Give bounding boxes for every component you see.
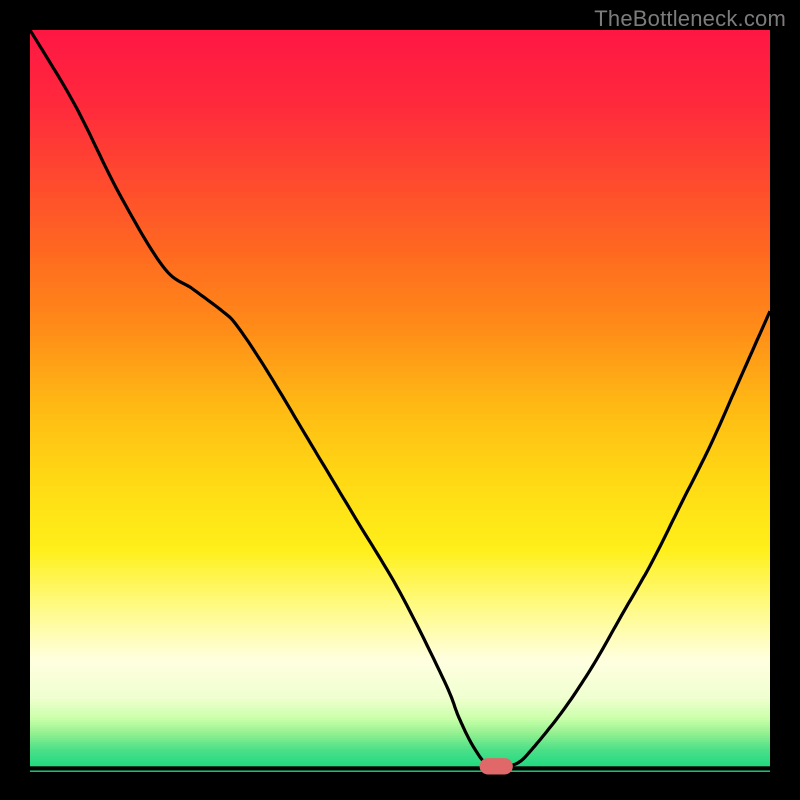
watermark-text: TheBottleneck.com (594, 6, 786, 32)
bottleneck-chart (0, 0, 800, 800)
chart-baseline (30, 766, 770, 770)
gradient-background (30, 30, 770, 772)
optimal-marker (480, 758, 513, 774)
